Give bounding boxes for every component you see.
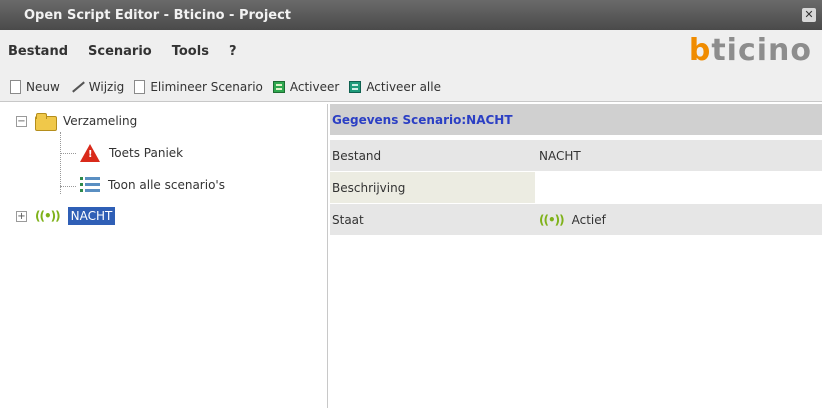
- activate-icon: [272, 80, 285, 93]
- menu-scenario[interactable]: Scenario: [88, 44, 152, 59]
- warning-icon: !: [80, 144, 100, 162]
- menu-bestand[interactable]: Bestand: [8, 44, 68, 59]
- edit-button-label: Wijzig: [88, 79, 125, 94]
- menu-tools[interactable]: Tools: [172, 44, 209, 59]
- list-icon: [80, 176, 100, 194]
- detail-row-bestand: Bestand NACHT: [330, 140, 822, 171]
- details-panel: Gegevens Scenario:NACHT Bestand NACHT Be…: [330, 104, 822, 408]
- activate-label: Activeer: [289, 79, 340, 94]
- expand-icon[interactable]: +: [16, 210, 27, 222]
- tree-node-nacht[interactable]: + ((•)) NACHT: [16, 207, 116, 225]
- status-text: Actief: [571, 212, 606, 227]
- pencil-icon: [70, 80, 84, 94]
- detail-row-staat: Staat ((•)) Actief: [330, 204, 822, 235]
- tree-label-toon-alle: Toon alle scenario's: [108, 178, 225, 192]
- tree-node-toets-paniek[interactable]: ! Toets Paniek: [80, 144, 183, 162]
- scenario-tree: − Verzameling ! Toets Paniek Toon alle s…: [10, 104, 328, 408]
- detail-value-staat: ((•)) Actief: [535, 204, 822, 235]
- new-button[interactable]: Neuw: [10, 79, 60, 94]
- tree-node-verzameling[interactable]: − Verzameling: [16, 113, 138, 131]
- active-status-icon: ((•)): [539, 212, 565, 227]
- new-button-label: Neuw: [26, 79, 60, 94]
- title-bar: Open Script Editor - Bticino - Project ✕: [0, 0, 822, 30]
- collapse-icon[interactable]: −: [16, 115, 27, 127]
- delete-scenario-button[interactable]: Elimineer Scenario: [134, 79, 263, 94]
- detail-key: Staat: [332, 212, 364, 227]
- detail-value: NACHT: [539, 148, 581, 163]
- scenario-icon: ((•)): [35, 209, 61, 223]
- close-icon[interactable]: ✕: [802, 8, 816, 22]
- tree-label-nacht: NACHT: [67, 207, 116, 225]
- bticino-logo: bticino: [688, 33, 812, 68]
- activate-button[interactable]: Activeer: [272, 79, 340, 94]
- folder-icon: [35, 113, 57, 131]
- details-header: Gegevens Scenario:NACHT: [330, 104, 822, 135]
- activate-all-button[interactable]: Activeer alle: [349, 80, 441, 94]
- detail-key: Beschrijving: [330, 172, 535, 203]
- new-document-icon: [10, 79, 21, 94]
- tree-node-toon-alle[interactable]: Toon alle scenario's: [80, 176, 225, 194]
- menu-help[interactable]: ?: [229, 44, 237, 59]
- activate-all-label: Activeer alle: [366, 79, 441, 94]
- delete-scenario-label: Elimineer Scenario: [150, 79, 263, 94]
- document-icon: [134, 79, 146, 94]
- detail-row-beschrijving: Beschrijving: [330, 172, 822, 203]
- detail-key: Bestand: [332, 148, 382, 163]
- edit-button[interactable]: Wijzig: [70, 80, 125, 94]
- window-title: Open Script Editor - Bticino - Project: [24, 7, 292, 23]
- tree-label-verzameling: Verzameling: [63, 114, 138, 128]
- toolbar: Neuw Wijzig Elimineer Scenario Activeer …: [0, 72, 822, 102]
- tree-label-toets-paniek: Toets Paniek: [109, 146, 184, 160]
- activate-all-icon: [349, 80, 362, 93]
- description-field[interactable]: [535, 172, 822, 203]
